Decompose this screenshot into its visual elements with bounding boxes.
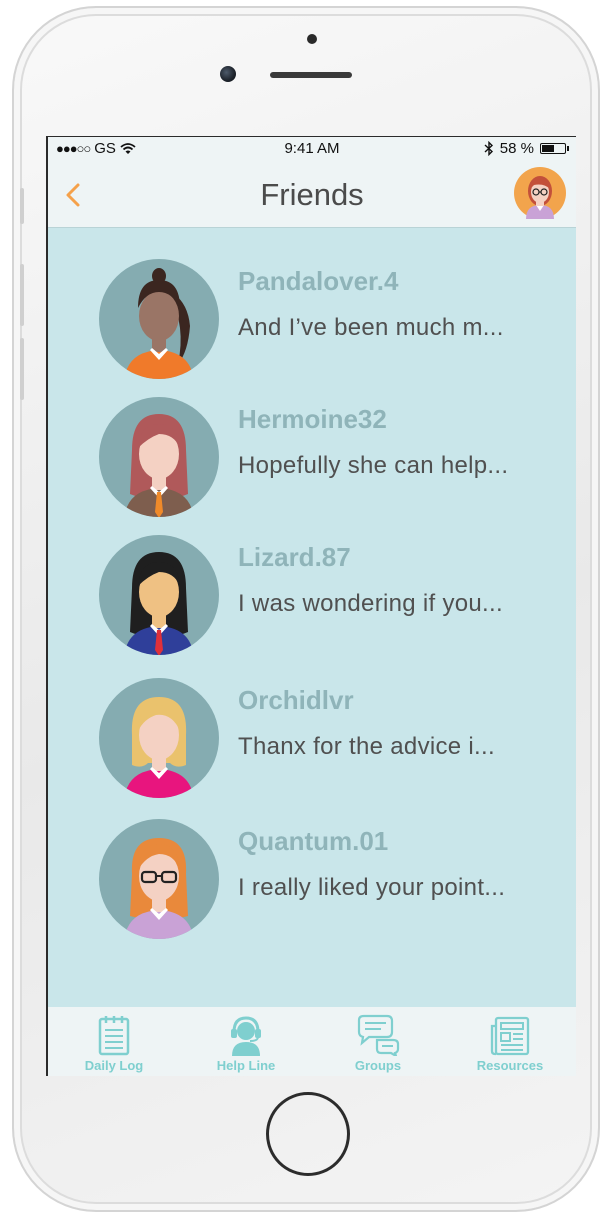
friend-row[interactable]: Pandalover.4 And I’ve been much m...: [48, 256, 576, 392]
tab-groups[interactable]: Groups: [312, 1007, 444, 1076]
navigation-bar: Friends: [48, 161, 576, 228]
volume-down-button: [20, 338, 24, 400]
chat-bubbles-icon: [357, 1014, 400, 1056]
friend-name: Lizard.87: [238, 542, 351, 572]
friend-row[interactable]: Lizard.87 I was wondering if you...: [48, 532, 576, 668]
friend-avatar-icon: [99, 259, 219, 379]
battery-icon: [540, 143, 569, 154]
app-screen: ●●●○○ GS 9:41 AM 58 % Friends Pandalover…: [46, 136, 576, 1076]
front-sensor: [307, 34, 317, 44]
friend-row[interactable]: Hermoine32 Hopefully she can help...: [48, 394, 576, 530]
tab-label: Help Line: [216, 1058, 276, 1073]
friend-row[interactable]: Orchidlvr Thanx for the advice i...: [48, 675, 576, 811]
friend-name: Pandalover.4: [238, 266, 399, 296]
friend-last-message: And I’ve been much m...: [238, 314, 504, 341]
friend-avatar-icon: [99, 819, 219, 939]
bluetooth-icon: [484, 141, 493, 156]
friend-last-message: Thanx for the advice i...: [238, 733, 495, 760]
tab-resources[interactable]: Resources: [444, 1007, 576, 1076]
notepad-icon: [98, 1016, 130, 1056]
friend-avatar-icon: [99, 535, 219, 655]
tab-label: Daily Log: [84, 1058, 144, 1073]
tab-daily-log[interactable]: Daily Log: [48, 1007, 180, 1076]
earpiece-speaker: [270, 72, 352, 78]
friend-name: Quantum.01: [238, 826, 389, 856]
friend-avatar-icon: [99, 397, 219, 517]
front-camera: [220, 66, 236, 82]
friend-name: Orchidlvr: [238, 685, 354, 715]
battery-percent: 58 %: [499, 140, 534, 157]
newspaper-icon: [490, 1016, 530, 1056]
friend-last-message: Hopefully she can help...: [238, 452, 509, 479]
page-title: Friends: [260, 177, 364, 212]
profile-button[interactable]: [514, 167, 566, 219]
friend-row[interactable]: Quantum.01 I really liked your point...: [48, 816, 576, 952]
friend-last-message: I was wondering if you...: [238, 590, 503, 617]
home-button[interactable]: [266, 1092, 350, 1176]
friend-name: Hermoine32: [238, 404, 387, 434]
friend-last-message: I really liked your point...: [238, 874, 506, 901]
battery-level-fill: [542, 145, 554, 152]
tab-help-line[interactable]: Help Line: [180, 1007, 312, 1076]
user-avatar-icon: [514, 167, 566, 219]
mute-switch: [20, 188, 24, 224]
status-right-group: 58 %: [484, 140, 569, 157]
friend-avatar-icon: [99, 678, 219, 798]
tab-label: Groups: [354, 1058, 402, 1073]
status-bar: ●●●○○ GS 9:41 AM 58 %: [48, 137, 576, 161]
tab-bar: Daily Log Help Line Groups Resources: [48, 1007, 576, 1076]
headset-icon: [231, 1016, 261, 1056]
tab-label: Resources: [476, 1058, 544, 1073]
volume-up-button: [20, 264, 24, 326]
